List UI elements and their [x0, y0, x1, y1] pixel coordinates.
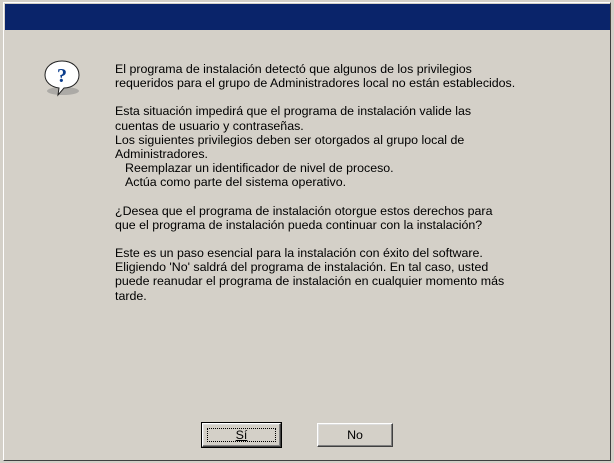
text-line: ¿Desea que el programa de instalación ot…	[115, 203, 493, 218]
text-line: que el programa de instalación pueda con…	[115, 217, 483, 232]
paragraph-essential: Este es un paso esencial para la instala…	[115, 246, 600, 303]
yes-button[interactable]: Sí	[201, 422, 282, 448]
text-line: cuentas de usuario y contraseñas.	[115, 118, 304, 133]
no-button[interactable]: No	[317, 423, 393, 447]
installer-dialog: ? El programa de instalación detectó que…	[0, 0, 614, 463]
title-bar[interactable]	[5, 4, 610, 30]
text-line: Administradores.	[115, 147, 208, 162]
privilege-item: Actúa como parte del sistema operativo.	[125, 175, 347, 190]
text-line: requeridos para el grupo de Administrado…	[115, 76, 516, 91]
text-line: El programa de instalación detectó que a…	[115, 62, 472, 76]
text-line: Esta situación impedirá que el programa …	[115, 104, 472, 119]
text-line: Los siguientes privilegios deben ser oto…	[115, 132, 465, 147]
no-button-label: No	[347, 428, 363, 442]
text-line: Eligiendo 'No' saldrá del programa de in…	[115, 260, 489, 275]
text-line: puede reanudar el programa de instalació…	[115, 274, 505, 289]
svg-text:?: ?	[57, 65, 67, 87]
text-line: Este es un paso esencial para la instala…	[115, 246, 483, 261]
paragraph-situation: Esta situación impedirá que el programa …	[115, 104, 600, 189]
text-line: tarde.	[115, 288, 147, 303]
focus-rect	[207, 428, 276, 442]
paragraph-detected: El programa de instalación detectó que a…	[115, 62, 600, 90]
privilege-item: Reemplazar un identificador de nivel de …	[125, 161, 394, 176]
message-text: El programa de instalación detectó que a…	[115, 62, 600, 303]
paragraph-question: ¿Desea que el programa de instalación ot…	[115, 204, 600, 232]
question-icon: ?	[42, 58, 82, 98]
